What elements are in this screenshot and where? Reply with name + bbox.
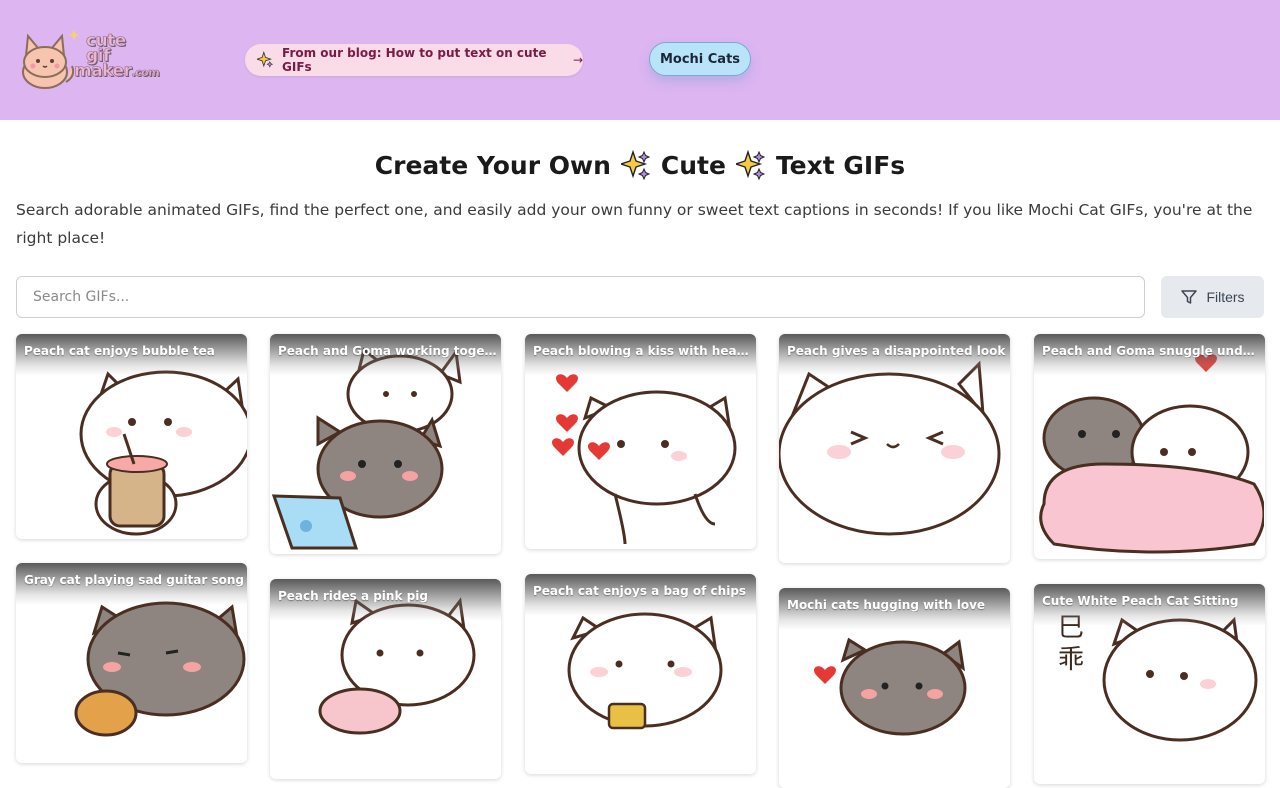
logo-line-3: maker (74, 61, 133, 81)
logo-suffix: .com (131, 66, 160, 80)
gif-caption: Mochi cats hugging with love (787, 598, 986, 612)
gif-caption: Peach cat enjoys a bag of chips (533, 584, 747, 598)
page-description: Search adorable animated GIFs, find the … (16, 201, 1253, 247)
gif-caption: Gray cat playing sad guitar song (24, 573, 244, 587)
gif-caption: Cute White Peach Cat Sitting (1042, 594, 1239, 608)
gif-caption: Peach cat enjoys bubble tea (24, 344, 215, 358)
gif-card[interactable]: Peach cat enjoys a bag of chips (525, 574, 756, 774)
blog-link-pill[interactable]: From our blog: How to put text on cute G… (245, 44, 583, 76)
gif-caption: Peach and Goma working together (278, 344, 498, 358)
gif-card[interactable]: Peach blowing a kiss with hearts (525, 334, 756, 549)
arrow-right-icon: → (572, 53, 583, 67)
logo-wordmark: cute gif maker.com (74, 32, 160, 81)
gif-card[interactable]: Gray cat playing sad guitar song (16, 563, 247, 763)
gif-caption: Peach blowing a kiss with hearts (533, 344, 753, 358)
title-part-2: Cute (660, 150, 726, 180)
gif-caption: Peach and Goma snuggle under blanket (1042, 344, 1262, 358)
filters-button[interactable]: Filters (1161, 276, 1264, 318)
cat-logo-icon (22, 30, 80, 89)
mochi-cats-button[interactable]: Mochi Cats (649, 42, 751, 76)
sparkles-icon (257, 51, 274, 68)
gif-card[interactable]: Mochi cats hugging with love (779, 588, 1010, 788)
site-logo[interactable]: cute gif maker.com (16, 26, 176, 92)
filter-icon (1181, 290, 1198, 304)
site-header: cute gif maker.com From our blog: How to… (0, 0, 1280, 120)
title-part-3: Text GIFs (775, 150, 906, 180)
sparkles-icon (735, 150, 766, 180)
gif-card[interactable]: Peach and Goma working together (270, 334, 501, 554)
gif-card[interactable]: Peach rides a pink pig (270, 579, 501, 779)
gif-card[interactable]: Peach and Goma snuggle under blanket (1034, 334, 1265, 559)
page-title: Create Your Own Cute Text GIFs (0, 150, 1280, 180)
gif-card[interactable]: Peach gives a disappointed look (779, 334, 1010, 563)
blog-link-text: From our blog: How to put text on cute G… (282, 46, 547, 74)
gif-caption: Peach gives a disappointed look (787, 344, 1006, 358)
search-input[interactable] (16, 276, 1145, 318)
gif-card[interactable]: Peach cat enjoys bubble tea (16, 334, 247, 539)
gif-card[interactable]: 巳 乖 Cute White Peach Cat Sitting (1034, 584, 1265, 784)
svg-text:乖: 乖 (1058, 645, 1084, 675)
filters-label: Filters (1206, 289, 1245, 305)
gif-caption: Peach rides a pink pig (278, 589, 428, 603)
title-part-1: Create Your Own (374, 150, 611, 180)
sparkles-icon (620, 150, 651, 180)
